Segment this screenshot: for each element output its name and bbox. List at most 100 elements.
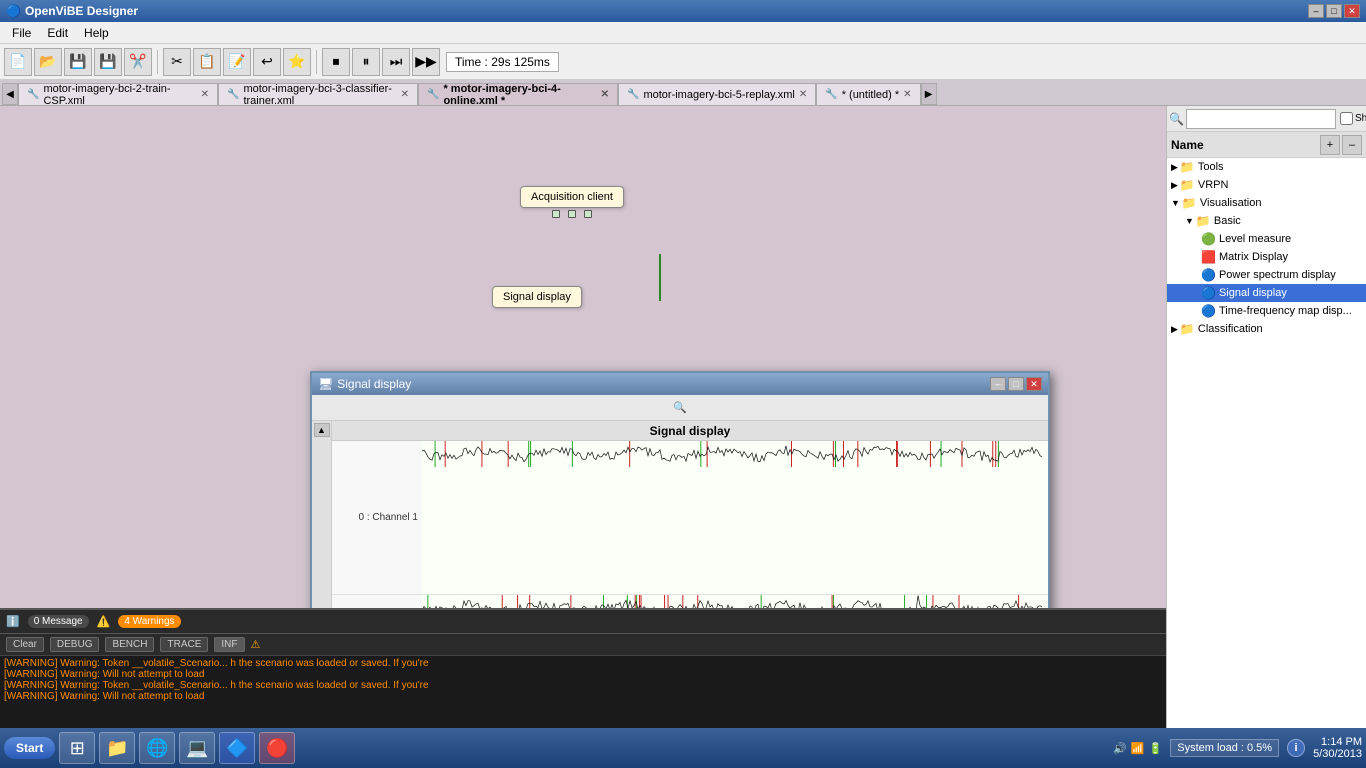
acquisition-client-box[interactable]: Acquisition client bbox=[520, 186, 624, 208]
network-icon: 🔊 bbox=[1113, 742, 1127, 755]
menu-help[interactable]: Help bbox=[76, 24, 117, 42]
designer-canvas[interactable]: Acquisition client Signal display bbox=[0, 106, 1166, 608]
show-unstable-checkbox[interactable] bbox=[1340, 112, 1353, 125]
date-label: 5/30/2013 bbox=[1313, 748, 1362, 760]
tree-item-visualisation[interactable]: ▼📁Visualisation bbox=[1167, 194, 1366, 212]
minimize-button[interactable]: – bbox=[1308, 4, 1324, 18]
scroll-up[interactable]: ▲ bbox=[314, 423, 330, 437]
system-load-value: 0.5% bbox=[1247, 742, 1272, 754]
tab-2-close[interactable]: ✕ bbox=[401, 89, 409, 100]
delete-button[interactable]: ✂️ bbox=[124, 48, 152, 76]
search-input[interactable] bbox=[1186, 109, 1336, 129]
save-as-button[interactable]: 💾 bbox=[94, 48, 122, 76]
tree-icon-vrpn: 📁 bbox=[1180, 178, 1195, 192]
tree-item-time-frequency[interactable]: 🔵Time-frequency map disp... bbox=[1167, 302, 1366, 320]
clear-button[interactable]: Clear bbox=[6, 637, 44, 652]
channel-label: 0 : Channel 1 bbox=[332, 512, 422, 523]
step-button[interactable]: ⏭ bbox=[382, 48, 410, 76]
right-panel: 🔍 Show unstable Name + – ▶📁Tools▶📁VRPN▼📁… bbox=[1166, 106, 1366, 728]
log-panel: ℹ️ 0 Message ⚠️ 4 Warnings Clear DEBUG B… bbox=[0, 608, 1166, 728]
tab-4-close[interactable]: ✕ bbox=[799, 89, 807, 100]
inf-button[interactable]: INF bbox=[214, 637, 244, 652]
tree-arrow-vrpn: ▶ bbox=[1171, 180, 1178, 191]
tree-item-level-measure[interactable]: 🟢Level measure bbox=[1167, 230, 1366, 248]
tab-4-label: motor-imagery-bci-5-replay.xml bbox=[643, 89, 794, 101]
channel-row: 0 : Channel 1 bbox=[332, 441, 1048, 595]
tab-2[interactable]: 🔧 motor-imagery-bci-3-classifier-trainer… bbox=[218, 83, 418, 105]
tree-item-basic[interactable]: ▼📁Basic bbox=[1167, 212, 1366, 230]
tab-1-close[interactable]: ✕ bbox=[201, 89, 209, 100]
tree-item-classification[interactable]: ▶📁Classification bbox=[1167, 320, 1366, 338]
open-button[interactable]: 📂 bbox=[34, 48, 62, 76]
taskbar-app-terminal[interactable]: 💻 bbox=[179, 732, 215, 764]
tab-1[interactable]: 🔧 motor-imagery-bci-2-train-CSP.xml ✕ bbox=[18, 83, 218, 105]
close-button[interactable]: ✕ bbox=[1344, 4, 1360, 18]
start-button[interactable]: Start bbox=[4, 737, 55, 759]
new-button[interactable]: 📄 bbox=[4, 48, 32, 76]
canvas-area: Acquisition client Signal display bbox=[0, 106, 1166, 728]
tree-item-tools[interactable]: ▶📁Tools bbox=[1167, 158, 1366, 176]
popup-toolbar: 🔍 bbox=[312, 395, 1048, 421]
taskbar-left: Start ⊞ 📁 🌐 💻 🔷 🔴 bbox=[4, 732, 295, 764]
popup-title: Signal display bbox=[337, 377, 411, 391]
tab-nav-left[interactable]: ◀ bbox=[2, 83, 18, 105]
popup-maximize[interactable]: □ bbox=[1008, 377, 1024, 391]
taskbar-app-red[interactable]: 🔴 bbox=[259, 732, 295, 764]
node-connectors bbox=[552, 210, 592, 218]
info-button[interactable]: i bbox=[1287, 739, 1305, 757]
paste-button[interactable]: 📝 bbox=[223, 48, 251, 76]
signal-display-node[interactable]: Signal display bbox=[492, 286, 582, 308]
show-unstable-label: Show unstable bbox=[1355, 113, 1366, 124]
menu-file[interactable]: File bbox=[4, 24, 39, 42]
tab-5-close[interactable]: ✕ bbox=[903, 89, 911, 100]
tree-label-tools: Tools bbox=[1198, 161, 1224, 173]
trace-button[interactable]: TRACE bbox=[160, 637, 208, 652]
tree-label-time-frequency: Time-frequency map disp... bbox=[1219, 305, 1352, 317]
tab-3-label: * motor-imagery-bci-4-online.xml * bbox=[443, 83, 596, 105]
tree-item-signal-display[interactable]: 🔵Signal display bbox=[1167, 284, 1366, 302]
bench-button[interactable]: BENCH bbox=[105, 637, 154, 652]
tree-label-vrpn: VRPN bbox=[1198, 179, 1229, 191]
tab-3[interactable]: 🔧 * motor-imagery-bci-4-online.xml * ✕ bbox=[418, 83, 618, 105]
popup-close[interactable]: ✕ bbox=[1026, 377, 1042, 391]
log-message-0: [WARNING] Warning: Token __volatile_Scen… bbox=[4, 658, 1162, 669]
panel-remove-btn[interactable]: – bbox=[1342, 135, 1362, 155]
cut-button[interactable]: ✂ bbox=[163, 48, 191, 76]
tab-nav-right[interactable]: ▶ bbox=[921, 83, 937, 105]
pause-button[interactable]: ⏸ bbox=[352, 48, 380, 76]
taskbar-app-folder[interactable]: 📁 bbox=[99, 732, 135, 764]
tree-icon-level-measure: 🟢 bbox=[1201, 232, 1216, 246]
tree-arrow-tools: ▶ bbox=[1171, 162, 1178, 173]
maximize-button[interactable]: □ bbox=[1326, 4, 1342, 18]
acquisition-client-node[interactable]: Acquisition client bbox=[520, 186, 624, 218]
popup-minimize[interactable]: – bbox=[990, 377, 1006, 391]
popup-icon: 🖥 bbox=[318, 377, 333, 391]
tree-item-vrpn[interactable]: ▶📁VRPN bbox=[1167, 176, 1366, 194]
menu-edit[interactable]: Edit bbox=[39, 24, 76, 42]
panel-add-btn[interactable]: + bbox=[1320, 135, 1340, 155]
taskbar-app-explorer[interactable]: ⊞ bbox=[59, 732, 95, 764]
copy-button[interactable]: 📋 bbox=[193, 48, 221, 76]
right-panel-search: 🔍 Show unstable bbox=[1167, 106, 1366, 132]
acquisition-client-label: Acquisition client bbox=[531, 191, 613, 203]
signal-display-box[interactable]: Signal display bbox=[492, 286, 582, 308]
tree-icon-matrix-display: 🟥 bbox=[1201, 250, 1216, 264]
taskbar-app-browser[interactable]: 🌐 bbox=[139, 732, 175, 764]
star-button[interactable]: ⭐ bbox=[283, 48, 311, 76]
save-button[interactable]: 💾 bbox=[64, 48, 92, 76]
tree-item-matrix-display[interactable]: 🟥Matrix Display bbox=[1167, 248, 1366, 266]
log-toolbar: Clear DEBUG BENCH TRACE INF ⚠ bbox=[0, 634, 1166, 656]
play-button[interactable]: ▶▶ bbox=[412, 48, 440, 76]
tab-2-icon: 🔧 bbox=[227, 89, 239, 100]
tab-5[interactable]: 🔧 * (untitled) * ✕ bbox=[816, 83, 920, 105]
volume-icon: 📶 bbox=[1131, 742, 1145, 755]
tree-label-matrix-display: Matrix Display bbox=[1219, 251, 1288, 263]
debug-button[interactable]: DEBUG bbox=[50, 637, 100, 652]
tree-area: ▶📁Tools▶📁VRPN▼📁Visualisation▼📁Basic🟢Leve… bbox=[1167, 158, 1366, 728]
tab-3-close[interactable]: ✕ bbox=[601, 89, 609, 100]
tab-4[interactable]: 🔧 motor-imagery-bci-5-replay.xml ✕ bbox=[618, 83, 816, 105]
stop-button[interactable]: ⏹ bbox=[322, 48, 350, 76]
tree-item-power-spectrum[interactable]: 🔵Power spectrum display bbox=[1167, 266, 1366, 284]
undo-button[interactable]: ↩ bbox=[253, 48, 281, 76]
taskbar-app-ovibe[interactable]: 🔷 bbox=[219, 732, 255, 764]
